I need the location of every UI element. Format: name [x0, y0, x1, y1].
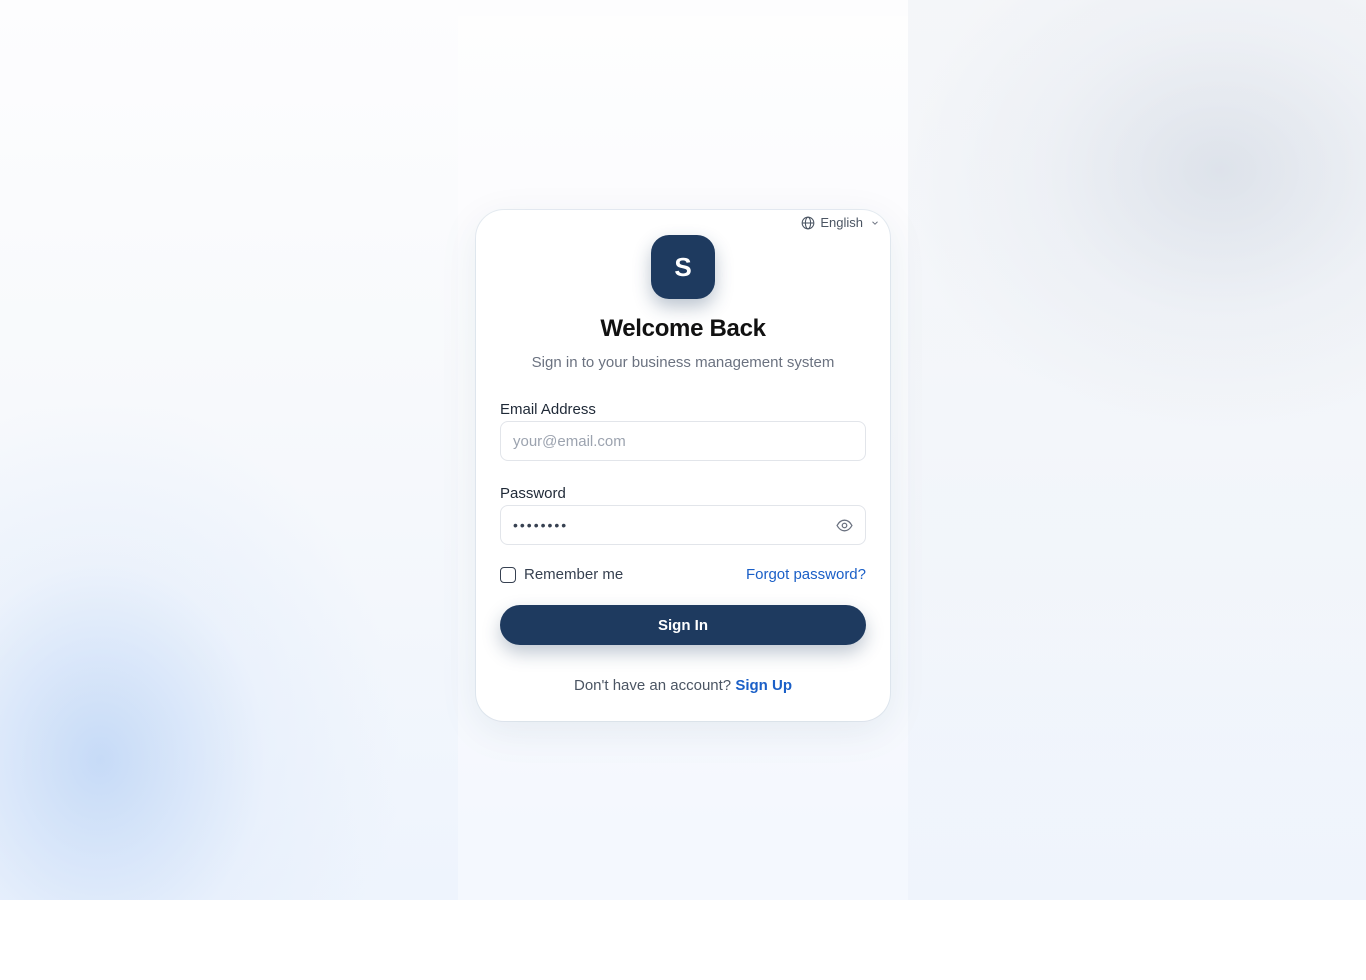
signup-prompt: Don't have an account? Sign Up [476, 677, 890, 694]
forgot-password-link[interactable]: Forgot password? [746, 566, 866, 583]
remember-me[interactable]: Remember me [500, 566, 623, 583]
login-card: English S Welcome Back Sign in to your b… [476, 210, 890, 721]
password-value: •••••••• [513, 517, 569, 533]
globe-icon [802, 216, 815, 229]
brand-logo: S [651, 235, 715, 299]
page-subtitle: Sign in to your business management syst… [531, 354, 835, 371]
background-right [908, 0, 1366, 900]
remember-checkbox[interactable] [500, 566, 516, 583]
sign-up-link[interactable]: Sign Up [735, 677, 792, 694]
remember-label: Remember me [524, 566, 624, 583]
email-field[interactable]: your@email.com [500, 421, 866, 461]
signup-prompt-text: Don't have an account? [574, 677, 732, 694]
sign-in-button[interactable]: Sign In [500, 605, 866, 645]
language-selector[interactable]: English [801, 215, 880, 230]
language-label: English [820, 215, 863, 230]
email-placeholder: your@email.com [513, 432, 626, 450]
chevron-down-icon [872, 220, 878, 225]
password-field[interactable]: •••••••• [500, 505, 866, 545]
email-label: Email Address [500, 401, 596, 418]
page-title: Welcome Back [600, 315, 766, 342]
password-label: Password [500, 485, 566, 502]
eye-icon[interactable] [836, 517, 853, 534]
